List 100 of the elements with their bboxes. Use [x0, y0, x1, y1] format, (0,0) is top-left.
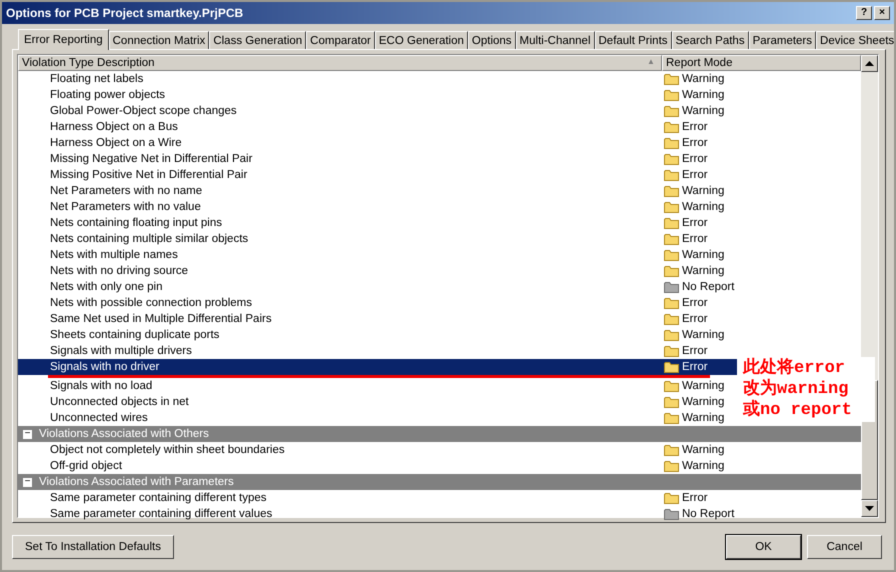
- tab[interactable]: Class Generation: [209, 31, 306, 49]
- table-row[interactable]: Same Net used in Multiple Differential Pairs Error: [18, 311, 737, 327]
- table-row[interactable]: Nets with no driving source Warning: [18, 263, 737, 279]
- table-row[interactable]: Harness Object on a Wire Error: [18, 135, 737, 151]
- tab[interactable]: Search Paths: [672, 31, 749, 49]
- table-row[interactable]: Signals with no driver Error: [18, 359, 737, 378]
- sort-indicator: ▲: [647, 57, 655, 66]
- ok-button[interactable]: OK: [726, 534, 801, 558]
- table-cell-text: Nets containing floating input pins: [49, 216, 223, 231]
- report-mode: Warning: [682, 396, 724, 408]
- collapse-toggle[interactable]: −: [22, 428, 33, 440]
- report-mode: Error: [682, 153, 708, 165]
- tab[interactable]: Multi-Channel: [516, 31, 594, 49]
- report-mode: Warning: [682, 73, 724, 85]
- tab[interactable]: Parameters: [748, 31, 816, 49]
- table-row[interactable]: Nets with possible connection problems Error: [18, 295, 737, 311]
- table-row[interactable]: Signals with no load Warning: [18, 378, 737, 394]
- table-cell-text: Nets containing multiple similar objects: [49, 232, 250, 247]
- table-cell-text: Unconnected wires: [49, 411, 149, 426]
- table-cell-text: Floating power objects: [49, 88, 166, 103]
- report-mode: Warning: [682, 185, 724, 197]
- table-row[interactable]: Same parameter containing different types Error: [18, 490, 737, 506]
- tab[interactable]: Default Prints: [594, 31, 672, 49]
- report-mode: Error: [682, 137, 708, 149]
- table-cell-text: Nets with no driving source: [49, 264, 190, 279]
- table-row[interactable]: Unconnected objects in net Warning: [18, 394, 737, 410]
- table-cell-text: Harness Object on a Bus: [49, 120, 179, 135]
- scroll-down-icon[interactable]: [861, 500, 878, 517]
- report-mode: Error: [682, 217, 708, 229]
- table-row[interactable]: Missing Negative Net in Differential Pair Error: [18, 151, 737, 167]
- report-mode: Error: [682, 297, 708, 309]
- table-row[interactable]: Global Power-Object scope changes Warning: [18, 103, 737, 119]
- table-cell-text: Nets with only one pin: [49, 280, 164, 295]
- table-row[interactable]: Nets containing floating input pins Error: [18, 215, 737, 231]
- defaults-button[interactable]: Set To Installation Defaults: [12, 534, 174, 558]
- table-cell-text: Nets with multiple names: [49, 248, 179, 263]
- table-row[interactable]: Signals with multiple drivers Error: [18, 343, 737, 359]
- tab[interactable]: Error Reporting: [18, 29, 109, 50]
- window-title: Options for PCB Project smartkey.PrjPCB: [6, 6, 244, 20]
- table-row[interactable]: Nets with only one pin No Report: [18, 279, 737, 295]
- group-label: Violations Associated with Parameters: [39, 476, 234, 488]
- table-row[interactable]: Off-grid object Warning: [18, 458, 737, 474]
- report-mode: Warning: [682, 444, 724, 456]
- report-mode: Warning: [682, 460, 724, 472]
- table-cell-text: Same parameter containing different types: [49, 491, 268, 506]
- tab[interactable]: Options: [468, 31, 516, 49]
- table-cell-text: Floating net labels: [49, 72, 144, 87]
- table-row[interactable]: Sheets containing duplicate ports Warning: [18, 327, 737, 343]
- report-mode: Error: [682, 492, 708, 504]
- table-row[interactable]: Floating net labels Warning: [18, 71, 737, 87]
- table-row[interactable]: Unconnected wires Warning: [18, 410, 737, 426]
- table-cell-text: Net Parameters with no value: [49, 200, 202, 215]
- report-mode: Error: [682, 169, 708, 181]
- report-mode: Error: [682, 345, 708, 357]
- table-cell-text: Object not completely within sheet boundaries: [49, 443, 286, 458]
- tab[interactable]: Connection Matrix: [108, 31, 210, 49]
- collapse-toggle[interactable]: −: [22, 476, 33, 488]
- group-row[interactable]: − Violations Associated with Others: [18, 426, 861, 442]
- group-row[interactable]: − Violations Associated with Parameters: [18, 474, 861, 490]
- report-mode: Warning: [682, 412, 724, 424]
- table-row[interactable]: Harness Object on a Bus Error: [18, 119, 737, 135]
- group-label: Violations Associated with Others: [39, 428, 209, 440]
- report-mode: Warning: [682, 201, 724, 213]
- report-mode: Error: [682, 233, 708, 245]
- help-button[interactable]: ?: [856, 6, 872, 20]
- table-row[interactable]: Net Parameters with no name Warning: [18, 183, 737, 199]
- tab[interactable]: Device Sheets: [816, 31, 894, 49]
- tab[interactable]: ECO Generation: [374, 31, 468, 49]
- table-cell-text: Nets with possible connection problems: [49, 296, 253, 311]
- table-cell-text: Net Parameters with no name: [49, 184, 204, 199]
- table-cell: Signals with no driver: [18, 359, 662, 375]
- table-row[interactable]: Floating power objects Warning: [18, 87, 737, 103]
- cancel-button[interactable]: Cancel: [807, 534, 882, 558]
- report-mode: Warning: [682, 105, 724, 117]
- report-mode: No Report: [682, 281, 734, 293]
- report-mode: Error: [682, 361, 708, 373]
- table-cell-text: Signals with no load: [49, 379, 154, 394]
- column-header[interactable]: Report Mode: [662, 55, 861, 71]
- table-row[interactable]: Nets containing multiple similar objects Error: [18, 231, 737, 247]
- report-mode: No Report: [682, 508, 734, 520]
- table-cell-text: Same Net used in Multiple Differential Pairs: [49, 312, 273, 327]
- scroll-up-icon[interactable]: [861, 55, 878, 72]
- table-row[interactable]: Net Parameters with no value Warning: [18, 199, 737, 215]
- report-mode: Warning: [682, 265, 724, 277]
- report-mode: Warning: [682, 380, 724, 392]
- table-row[interactable]: Object not completely within sheet boundaries Warning: [18, 442, 737, 458]
- table-cell-text: Global Power-Object scope changes: [49, 104, 238, 119]
- table-row[interactable]: Nets with multiple names Warning: [18, 247, 737, 263]
- table-cell-text: Harness Object on a Wire: [49, 136, 183, 151]
- report-mode: Error: [682, 313, 708, 325]
- table-row[interactable]: Same parameter containing different values No Report: [18, 506, 737, 522]
- report-mode: Error: [682, 121, 708, 133]
- table-cell-text: Missing Negative Net in Differential Pair: [49, 152, 254, 167]
- table-cell-text: Unconnected objects in net: [49, 395, 190, 410]
- table-cell-text: Off-grid object: [49, 459, 124, 474]
- close-button[interactable]: ×: [874, 6, 890, 20]
- table-row[interactable]: Missing Positive Net in Differential Pair Error: [18, 167, 737, 183]
- tab[interactable]: Comparator: [306, 31, 375, 49]
- table-cell-text: Same parameter containing different values: [49, 507, 274, 522]
- annotation-note: 此处将error 改为warning 或no report: [741, 357, 875, 422]
